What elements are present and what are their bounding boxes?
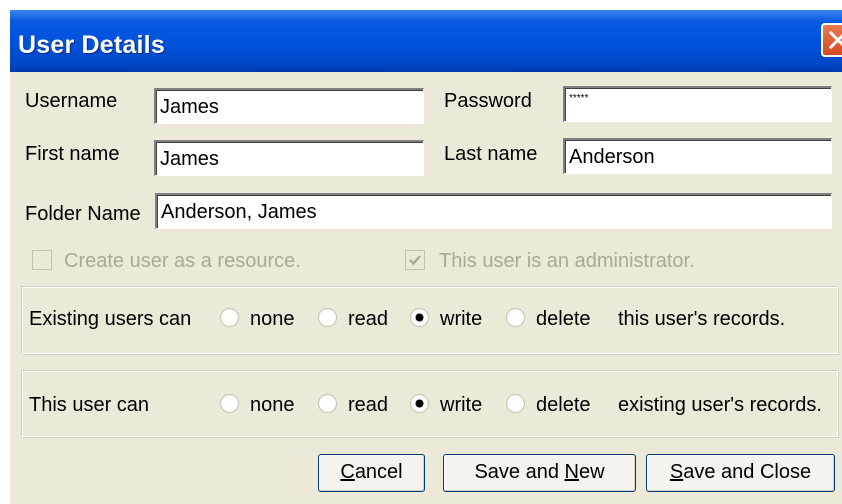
existing-users-read-radio[interactable] xyxy=(317,307,338,328)
admin-checkbox-label: This user is an administrator. xyxy=(439,250,695,272)
this-user-read-radio[interactable] xyxy=(317,393,338,414)
user-details-dialog: User Details Username James Password ***… xyxy=(10,10,842,504)
folder-name-label: Folder Name xyxy=(25,203,141,225)
admin-checkbox[interactable] xyxy=(405,250,425,270)
this-user-write-radio[interactable] xyxy=(409,393,430,414)
existing-users-none-label: none xyxy=(250,308,295,330)
cancel-button[interactable]: Cancel xyxy=(318,454,425,492)
existing-users-label: Existing users can xyxy=(29,308,192,330)
existing-users-delete-label: delete xyxy=(536,308,591,330)
save-and-new-button-prefix: Save and xyxy=(474,461,565,483)
checkmark-icon xyxy=(409,255,421,266)
this-user-delete-label: delete xyxy=(536,394,591,416)
existing-users-suffix: this user's records. xyxy=(618,308,786,330)
username-label: Username xyxy=(25,90,118,112)
existing-users-permissions-group: Existing users can none read write delet… xyxy=(22,287,838,354)
resource-checkbox-label: Create user as a resource. xyxy=(64,250,301,272)
this-user-none-radio[interactable] xyxy=(219,393,240,414)
close-icon xyxy=(829,31,842,49)
this-user-none-label: none xyxy=(250,394,295,416)
save-and-close-button-label: ave and Close xyxy=(683,461,812,483)
username-field[interactable]: James xyxy=(154,88,424,124)
existing-users-read-label: read xyxy=(348,308,389,330)
this-user-read-label: read xyxy=(348,394,389,416)
save-and-close-button-mnemonic: S xyxy=(669,461,684,483)
this-user-permissions-group: This user can none read write delete exi… xyxy=(22,371,838,437)
this-user-write-label: write xyxy=(440,394,483,416)
save-and-new-button-mnemonic: N xyxy=(564,461,579,483)
existing-users-write-radio[interactable] xyxy=(409,307,430,328)
this-user-suffix: existing user's records. xyxy=(618,394,822,416)
title-bar[interactable]: User Details xyxy=(10,10,842,72)
last-name-field[interactable]: Anderson xyxy=(563,138,832,174)
last-name-label: Last name xyxy=(444,143,538,165)
window-title: User Details xyxy=(18,31,165,59)
this-user-delete-radio[interactable] xyxy=(505,393,526,414)
cancel-button-label: ancel xyxy=(354,461,403,483)
this-user-label: This user can xyxy=(29,394,150,416)
first-name-label: First name xyxy=(25,143,120,165)
existing-users-write-label: write xyxy=(440,308,483,330)
existing-users-delete-radio[interactable] xyxy=(505,307,526,328)
cancel-button-mnemonic: C xyxy=(340,461,355,483)
save-and-new-button[interactable]: Save and New xyxy=(443,454,636,492)
save-and-new-button-label: ew xyxy=(578,461,605,483)
first-name-field[interactable]: James xyxy=(154,140,424,176)
password-field[interactable]: ***** xyxy=(563,86,832,122)
resource-checkbox[interactable] xyxy=(32,250,52,270)
save-and-close-button[interactable]: Save and Close xyxy=(646,454,835,492)
existing-users-none-radio[interactable] xyxy=(219,307,240,328)
password-label: Password xyxy=(444,90,532,112)
close-button[interactable] xyxy=(821,23,842,57)
folder-name-field[interactable]: Anderson, James xyxy=(155,193,832,229)
